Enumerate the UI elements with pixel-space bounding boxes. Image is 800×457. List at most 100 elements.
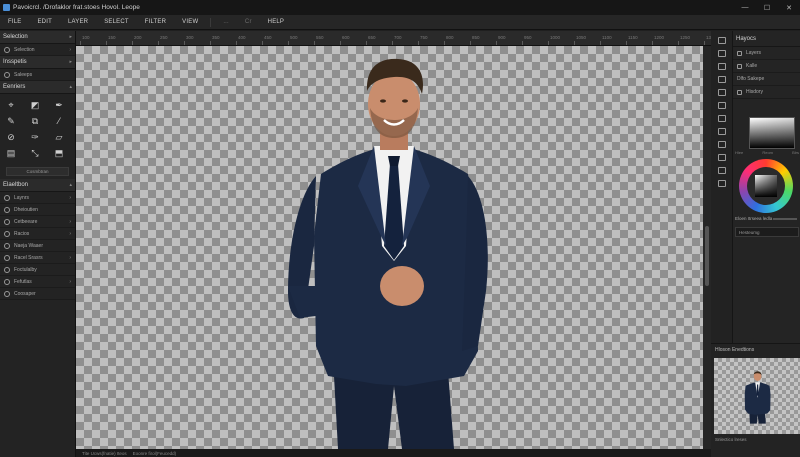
vertical-scrollbar[interactable]	[703, 46, 711, 449]
tie-knot	[388, 156, 400, 166]
layer-item[interactable]: Coosaper	[0, 288, 75, 300]
ruler-label: 400	[238, 35, 246, 40]
right-panel-row[interactable]: Kalle	[733, 60, 800, 73]
saturation-value-square[interactable]	[755, 175, 777, 197]
layer-label: Laynrs	[14, 194, 30, 201]
info-icon[interactable]	[717, 167, 726, 174]
brush-icon[interactable]	[717, 89, 726, 96]
grid-icon[interactable]	[717, 180, 726, 187]
collapse-icon[interactable]: ▸	[69, 34, 72, 40]
layer-item[interactable]: Naeja Waaer	[0, 240, 75, 252]
horizontal-ruler[interactable]: 100 150 200 250 300 350 400 450 500 550 600 650 700 7…	[76, 31, 711, 46]
minimize-icon[interactable]: —	[734, 0, 756, 15]
combine-button[interactable]: Cosmbtran	[6, 167, 69, 176]
chevron-right-icon: ›	[69, 278, 71, 285]
channels-icon[interactable]	[717, 128, 726, 135]
menu-layer[interactable]: LAYER	[60, 19, 96, 25]
ruler-label: 200	[134, 35, 142, 40]
layer-item[interactable]: Fefutlas ›	[0, 276, 75, 288]
move-tool-icon[interactable]: ⌖	[4, 98, 18, 112]
swatch-icon[interactable]	[717, 102, 726, 109]
fill-tool-icon[interactable]: ⬒	[52, 146, 66, 160]
clone-tool-icon[interactable]: ⧉	[28, 114, 42, 128]
right-panel-row[interactable]: Dlfo Sakepe	[733, 73, 800, 86]
shape-tool-icon[interactable]: ▱	[52, 130, 66, 144]
history-row[interactable]: Hisdory	[733, 86, 800, 99]
menu-view[interactable]: VIEW	[174, 19, 206, 25]
selection-row[interactable]: Selection ›	[0, 44, 75, 56]
collapse-icon[interactable]: ▴	[69, 182, 72, 188]
sliders-icon[interactable]	[717, 63, 726, 70]
maximize-icon[interactable]: ☐	[756, 0, 778, 15]
layer-icon	[4, 278, 10, 285]
styles-icon[interactable]	[717, 154, 726, 161]
color-icon[interactable]	[717, 115, 726, 122]
subject-image	[288, 58, 488, 449]
layers-panel-header[interactable]: Elaeltbon ▴	[0, 179, 75, 192]
transform-tool-icon[interactable]: ⤡	[28, 146, 42, 160]
layer-icon	[4, 290, 10, 297]
menu-extra-1[interactable]: ...	[215, 19, 237, 25]
color-picker-square[interactable]	[749, 117, 795, 149]
layer-item[interactable]: Cetbeeare ›	[0, 216, 75, 228]
inspector-panel-header[interactable]: Insspetis ▸	[0, 56, 75, 69]
chevron-right-icon: ›	[69, 218, 71, 225]
layers-icon[interactable]	[717, 37, 726, 44]
brush-tool-icon[interactable]: ✎	[4, 114, 18, 128]
paths-icon[interactable]	[717, 141, 726, 148]
navigator-header: Hloson Enedtions	[715, 347, 755, 353]
menu-edit[interactable]: EDIT	[29, 19, 59, 25]
blend-field[interactable]: Hesteumg	[735, 227, 799, 237]
ruler-label: 100	[82, 35, 90, 40]
hand	[380, 266, 424, 306]
opacity-slider-row[interactable]: Eloen Itrseea ledla	[735, 214, 799, 223]
menu-filter[interactable]: FILTER	[137, 19, 174, 25]
layers-row-label: Saleeps	[14, 71, 33, 78]
layers-icon	[4, 71, 10, 78]
layer-item[interactable]: Laynrs ›	[0, 192, 75, 204]
tools-panel-header[interactable]: Eenriers ▴	[0, 81, 75, 94]
ruler-tick	[600, 41, 601, 45]
status-right: Eoonre firol(Feucedd)	[132, 450, 177, 456]
menu-file[interactable]: FILE	[0, 19, 29, 25]
pen-tool-icon[interactable]: ✒	[52, 98, 66, 112]
menu-extra-2[interactable]: Cr	[237, 19, 260, 25]
ruler-label: 700	[394, 35, 402, 40]
ruler-tick	[574, 41, 575, 45]
close-icon[interactable]: ✕	[778, 0, 800, 15]
collapse-icon[interactable]: ▸	[69, 59, 72, 65]
slider-track[interactable]	[773, 218, 797, 220]
layers-row[interactable]: Saleeps	[0, 69, 75, 81]
crop-tool-icon[interactable]: ◩	[28, 98, 42, 112]
text-tool-icon[interactable]: ▤	[4, 146, 18, 160]
layer-item[interactable]: Racel Srasrs ›	[0, 252, 75, 264]
ruler-label: 950	[524, 35, 532, 40]
navigator-thumbnail[interactable]	[714, 358, 800, 434]
eraser-tool-icon[interactable]: ⊘	[4, 130, 18, 144]
tools-header-label: Eenriers	[3, 84, 26, 90]
layer-item[interactable]: Racios ›	[0, 228, 75, 240]
right-panel-row[interactable]: Layers	[733, 47, 800, 60]
menu-select[interactable]: SELECT	[96, 19, 137, 25]
slider-label: Eloen Itrseea ledla	[735, 216, 773, 221]
image-canvas[interactable]	[76, 46, 703, 449]
color-wheel[interactable]	[739, 159, 793, 213]
ruler-label: 650	[368, 35, 376, 40]
thumbnail-subject	[744, 371, 771, 424]
collapse-icon[interactable]: ▴	[69, 84, 72, 90]
ruler-tick	[548, 41, 549, 45]
adjust-icon[interactable]	[717, 50, 726, 57]
pencil-tool-icon[interactable]: ✑	[28, 130, 42, 144]
selection-panel-header[interactable]: Selection ▸	[0, 31, 75, 44]
layer-item[interactable]: Foctulalby	[0, 264, 75, 276]
line-tool-icon[interactable]: ⁄	[52, 114, 66, 128]
layer-item[interactable]: Dheioutien	[0, 204, 75, 216]
ruler-tick	[132, 41, 133, 45]
ruler-label: 150	[108, 35, 116, 40]
menu-help[interactable]: HELP	[260, 19, 292, 25]
inspector-header-label: Insspetis	[3, 59, 27, 65]
history-icon[interactable]	[717, 76, 726, 83]
scrollbar-thumb[interactable]	[705, 226, 709, 286]
ruler-tick	[184, 41, 185, 45]
layer-label: Naeja Waaer	[14, 242, 43, 249]
